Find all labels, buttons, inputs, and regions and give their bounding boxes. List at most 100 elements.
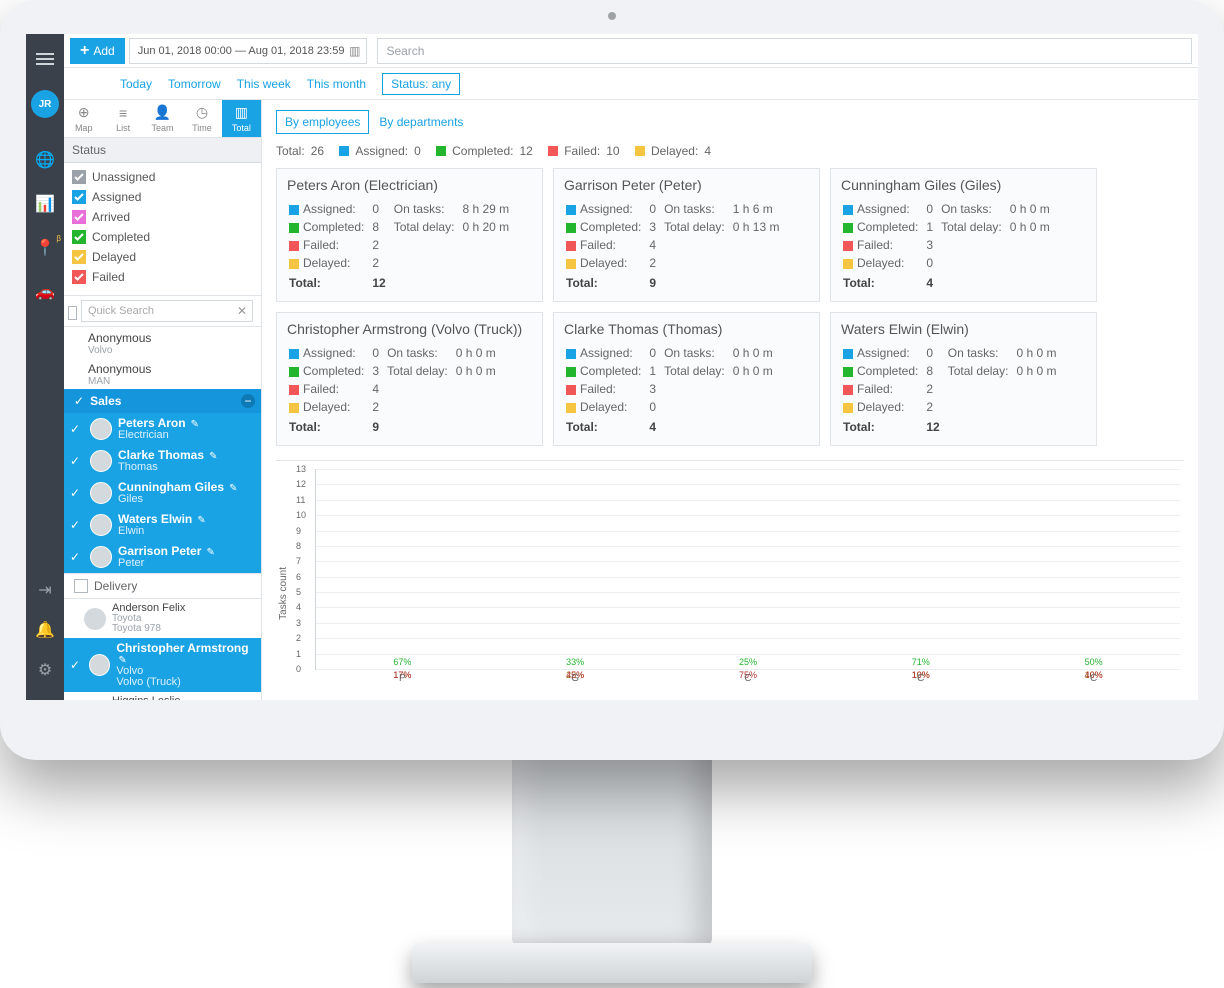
employee-item[interactable]: ✓Christopher Armstrong ✎VolvoVolvo (Truc…	[64, 638, 261, 692]
card-title: Clarke Thomas (Thomas)	[564, 321, 809, 337]
avatar	[90, 546, 112, 568]
status-filter-completed[interactable]: Completed	[72, 227, 253, 247]
status-filter-arrived[interactable]: Arrived	[72, 207, 253, 227]
quick-search-input[interactable]	[81, 300, 253, 322]
employee-cards: Peters Aron (Electrician) Assigned:0On t…	[276, 168, 1184, 446]
employee-card: Waters Elwin (Elwin) Assigned:0On tasks:…	[830, 312, 1097, 446]
logout-icon[interactable]: ⇥	[38, 580, 51, 600]
employee-item[interactable]: ✓Waters Elwin ✎Elwin	[64, 509, 261, 541]
reports-icon[interactable]: 📊	[35, 194, 55, 214]
status-filter-unassigned[interactable]: Unassigned	[72, 167, 253, 187]
avatar	[90, 514, 112, 536]
add-button[interactable]: + Add	[70, 38, 125, 64]
select-all-checkbox[interactable]	[68, 306, 77, 320]
card-title: Waters Elwin (Elwin)	[841, 321, 1086, 337]
menu-icon[interactable]	[36, 58, 54, 60]
checkmark-icon: ✓	[70, 454, 84, 468]
map-icon: ⊕	[78, 104, 90, 121]
checkmark-icon: ✓	[70, 550, 84, 564]
time-icon: ◷	[196, 104, 208, 121]
group-sales[interactable]: ✓Sales−	[64, 389, 261, 413]
legend-delayed-icon	[635, 146, 645, 156]
status-filter-failed[interactable]: Failed	[72, 267, 253, 287]
avatar	[90, 450, 112, 472]
checkbox-icon	[72, 270, 86, 284]
employee-item[interactable]: ✓Garrison Peter ✎Peter	[64, 541, 261, 573]
chart-grid: 17%17%67%P22%45%33%G75%25%C10%19%71%C10%…	[315, 469, 1180, 670]
employee-item[interactable]: ✓Cunningham Giles ✎Giles	[64, 477, 261, 509]
pin-icon: ✎	[209, 451, 217, 462]
vehicle-icon[interactable]: 🚗	[35, 282, 55, 302]
tab-map[interactable]: ⊕Map	[64, 100, 103, 137]
search-input[interactable]	[377, 38, 1192, 64]
filter-tomorrow[interactable]: Tomorrow	[168, 77, 221, 91]
avatar	[90, 482, 112, 504]
checkbox-icon[interactable]	[74, 579, 88, 593]
gear-icon[interactable]: ⚙	[38, 660, 52, 680]
avatar	[90, 418, 112, 440]
tab-time[interactable]: ◷Time	[182, 100, 221, 137]
tab-list[interactable]: ≡List	[103, 100, 142, 137]
employee-item[interactable]: ✓Peters Aron ✎Electrician	[64, 413, 261, 445]
x-axis-label: C	[688, 669, 808, 684]
status-heading: Status	[64, 138, 261, 163]
filter-this-week[interactable]: This week	[237, 77, 291, 91]
employee-item[interactable]: Higgins LeslieFordFord	[64, 692, 261, 700]
status-filter-delayed[interactable]: Delayed	[72, 247, 253, 267]
left-panel: ⊕Map ≡List 👤Team ◷Time ▥Total Status Una…	[64, 100, 262, 700]
nav-sidebar: JR 🌐 📊 📍 🚗 ⇥ 🔔 ⚙	[26, 34, 64, 700]
collapse-icon[interactable]: −	[241, 394, 255, 408]
chart-container: Tasks count 17%17%67%P22%45%33%G75%25%C1…	[276, 460, 1184, 696]
checkmark-icon: ✓	[70, 486, 84, 500]
y-axis-label: Tasks count	[276, 537, 291, 620]
plus-icon: +	[80, 42, 89, 60]
user-avatar[interactable]: JR	[31, 90, 59, 118]
checkbox-icon	[72, 210, 86, 224]
dashboard-main: By employees By departments Total: 26 As…	[262, 100, 1198, 700]
bell-icon[interactable]: 🔔	[35, 620, 55, 640]
app-main: + Add Jun 01, 2018 00:00 — Aug 01, 2018 …	[64, 34, 1198, 700]
monitor-stand	[412, 728, 812, 988]
status-filter-assigned[interactable]: Assigned	[72, 187, 253, 207]
list-icon: ≡	[119, 105, 127, 121]
legend-assigned-icon	[339, 146, 349, 156]
x-axis-label: C	[861, 669, 981, 684]
app-screen: JR 🌐 📊 📍 🚗 ⇥ 🔔 ⚙ + Add	[26, 34, 1198, 700]
by-employees-tab[interactable]: By employees	[276, 110, 369, 134]
employee-list[interactable]: AnonymousVolvoAnonymousMAN✓Sales−✓Peters…	[64, 327, 261, 700]
tab-team[interactable]: 👤Team	[143, 100, 182, 137]
list-item[interactable]: AnonymousVolvo	[64, 327, 261, 358]
x-axis-label: C	[1034, 669, 1154, 684]
by-departments-tab[interactable]: By departments	[379, 115, 463, 129]
employee-card: Christopher Armstrong (Volvo (Truck)) As…	[276, 312, 543, 446]
card-title: Garrison Peter (Peter)	[564, 177, 809, 193]
location-beta-icon[interactable]: 📍	[35, 238, 55, 258]
date-range-text: Jun 01, 2018 00:00 — Aug 01, 2018 23:59	[138, 45, 345, 57]
filter-today[interactable]: Today	[120, 77, 152, 91]
tab-total[interactable]: ▥Total	[222, 100, 261, 137]
employee-card: Peters Aron (Electrician) Assigned:0On t…	[276, 168, 543, 302]
employee-card: Clarke Thomas (Thomas) Assigned:0On task…	[553, 312, 820, 446]
avatar	[84, 608, 106, 630]
globe-icon[interactable]: 🌐	[35, 150, 55, 170]
calendar-icon: ▥	[349, 44, 360, 58]
group-delivery[interactable]: Delivery	[64, 573, 261, 599]
x-axis-label: P	[342, 669, 462, 684]
filter-this-month[interactable]: This month	[307, 77, 366, 91]
date-range[interactable]: Jun 01, 2018 00:00 — Aug 01, 2018 23:59 …	[129, 38, 368, 64]
view-by-row: By employees By departments	[276, 110, 1184, 134]
checkbox-icon	[72, 250, 86, 264]
legend-failed-icon	[548, 146, 558, 156]
employee-card: Garrison Peter (Peter) Assigned:0On task…	[553, 168, 820, 302]
content-row: ⊕Map ≡List 👤Team ◷Time ▥Total Status Una…	[64, 100, 1198, 700]
status-filter-chip[interactable]: Status: any	[382, 73, 460, 95]
monitor-bezel: JR 🌐 📊 📍 🚗 ⇥ 🔔 ⚙ + Add	[0, 0, 1224, 760]
pin-icon: ✎	[191, 419, 199, 430]
summary-totals: Total: 26 Assigned: 0 Completed: 12 Fail…	[276, 144, 1184, 158]
employee-item[interactable]: ✓Clarke Thomas ✎Thomas	[64, 445, 261, 477]
employee-item[interactable]: Anderson FelixToyotaToyota 978	[64, 599, 261, 638]
list-item[interactable]: AnonymousMAN	[64, 358, 261, 389]
card-title: Cunningham Giles (Giles)	[841, 177, 1086, 193]
checkmark-icon: ✓	[70, 518, 84, 532]
monitor-shell: JR 🌐 📊 📍 🚗 ⇥ 🔔 ⚙ + Add	[0, 0, 1224, 988]
